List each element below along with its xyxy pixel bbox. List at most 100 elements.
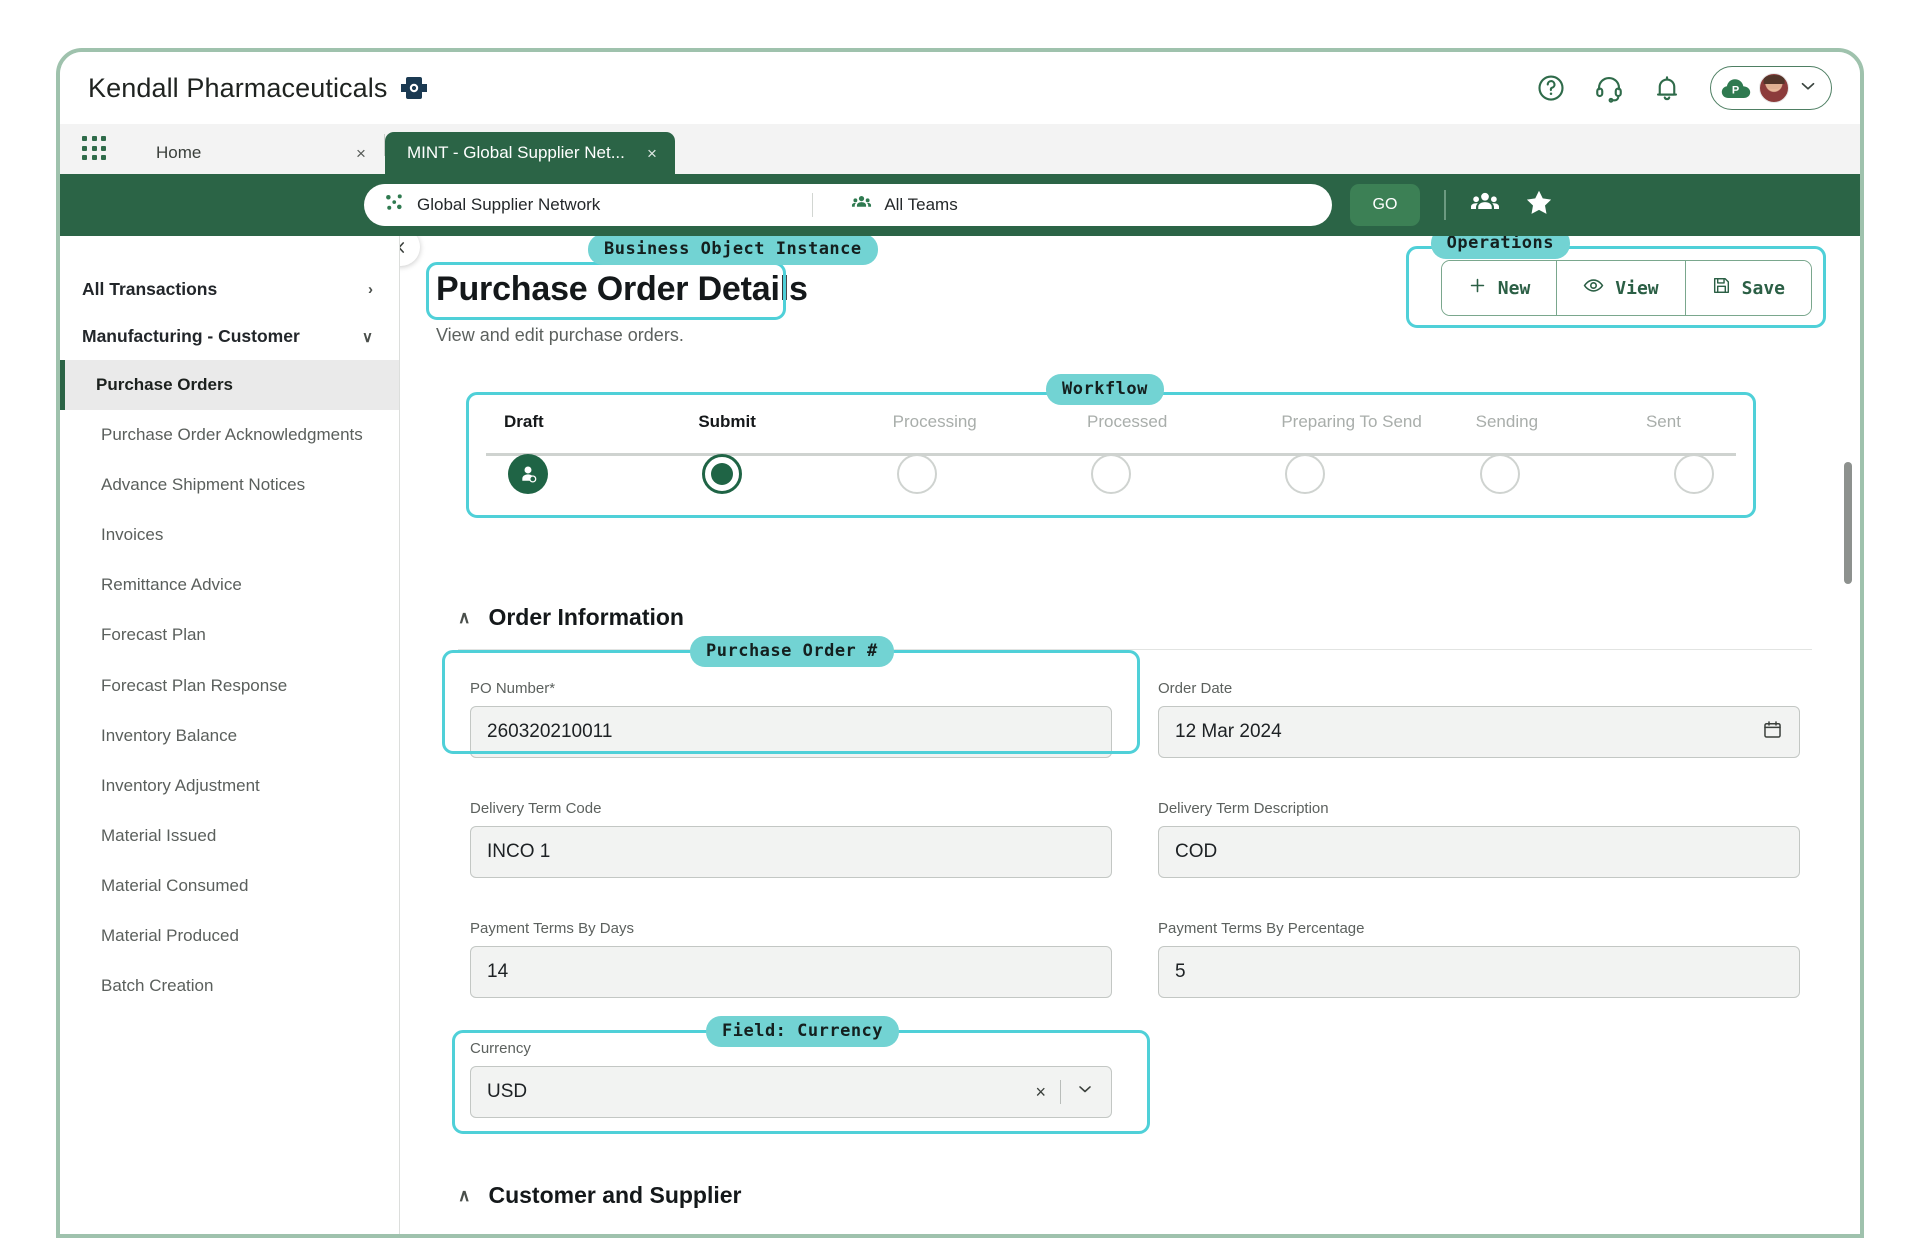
sidebar-group-manufacturing-customer[interactable]: Manufacturing - Customer ∨ [60, 313, 399, 360]
brand: Kendall Pharmaceuticals [88, 72, 428, 104]
field-label: Order Date [1158, 680, 1233, 697]
section-customer-and-supplier: ∧ Customer and Supplier [436, 1182, 1812, 1209]
sidebar-collapse-button[interactable] [400, 236, 420, 266]
currency-select[interactable]: USD × [470, 1066, 1112, 1118]
sidebar-item-material-issued[interactable]: Material Issued [60, 811, 399, 861]
payment-terms-days-input[interactable]: 14 [470, 946, 1112, 998]
sidebar-item-purchase-orders[interactable]: Purchase Orders [60, 360, 399, 411]
workflow-node-empty [1285, 454, 1326, 494]
workflow-step-draft[interactable]: Draft [504, 412, 702, 518]
workflow-step-label: Processed [1086, 412, 1168, 431]
annotation-workflow: Workflow [1046, 374, 1164, 405]
sidebar-item-inventory-adjustment[interactable]: Inventory Adjustment [60, 761, 399, 811]
sidebar-group-all-transactions[interactable]: All Transactions › [60, 266, 399, 313]
field-label: Payment Terms By Percentage [1158, 920, 1365, 937]
workflow-step-label: Submit [698, 412, 756, 431]
go-button[interactable]: GO [1350, 184, 1420, 226]
chevron-right-icon: › [368, 281, 373, 298]
workflow-step-label: Processing [892, 412, 977, 431]
sidebar-item-purchase-order-acknowledgments[interactable]: Purchase Order Acknowledgments [60, 410, 399, 460]
sidebar-item-advance-shipment-notices[interactable]: Advance Shipment Notices [60, 460, 399, 510]
section-order-information: ∧ Order Information Purchase Order # PO … [436, 604, 1812, 1134]
search-input[interactable]: Global Supplier Network All Teams [364, 184, 1332, 226]
app-grid-icon[interactable] [82, 136, 108, 162]
workflow-step-label: Draft [504, 412, 544, 431]
workflow-step-processing[interactable]: Processing [893, 412, 1091, 518]
workflow-node-empty [1673, 454, 1714, 494]
payment-terms-percentage-input[interactable]: 5 [1158, 946, 1800, 998]
tab-strip: Home × MINT - Global Supplier Net... × [60, 124, 1860, 174]
field-value: USD [487, 1081, 528, 1102]
app-window: Kendall Pharmaceuticals P Home × MINT - … [56, 48, 1864, 1238]
workflow-step-submit[interactable]: Submit [698, 412, 896, 518]
search-team[interactable]: All Teams [851, 192, 958, 218]
sidebar-item-batch-creation[interactable]: Batch Creation [60, 961, 399, 1011]
section-header[interactable]: ∧ Order Information [436, 604, 1812, 631]
operations-toolbar: New View Save [1440, 260, 1812, 316]
field-value: 12 Mar 2024 [1175, 721, 1282, 742]
save-button[interactable]: Save [1685, 261, 1811, 315]
main-content: Business Object Instance Purchase Order … [400, 236, 1860, 1234]
header-actions: P [1536, 66, 1832, 110]
section-title: Customer and Supplier [488, 1182, 742, 1208]
field-label: Payment Terms By Days [470, 920, 634, 937]
tab-mint-global-supplier-network[interactable]: MINT - Global Supplier Net... × [384, 132, 675, 174]
chevron-up-icon: ∧ [458, 1185, 471, 1205]
eye-icon [1583, 275, 1604, 301]
main-inner: Business Object Instance Purchase Order … [400, 236, 1860, 1209]
workflow-step-preparing-to-send[interactable]: Preparing To Send [1281, 412, 1479, 518]
field-label: Delivery Term Code [470, 800, 602, 817]
sidebar-item-forecast-plan-response[interactable]: Forecast Plan Response [60, 661, 399, 711]
workflow-step-processed[interactable]: Processed [1087, 412, 1285, 518]
field-value: INCO 1 [487, 841, 551, 862]
chevron-down-icon: ∨ [362, 328, 373, 346]
view-label: View [1615, 277, 1659, 299]
tab-label: Home [156, 143, 202, 162]
tab-label: MINT - Global Supplier Net... [406, 143, 625, 162]
chevron-down-icon[interactable] [1075, 1079, 1095, 1105]
sidebar-item-forecast-plan[interactable]: Forecast Plan [60, 610, 399, 660]
field-label: Delivery Term Description [1158, 800, 1329, 817]
sidebar-item-invoices[interactable]: Invoices [60, 510, 399, 560]
sidebar-item-inventory-balance[interactable]: Inventory Balance [60, 711, 399, 761]
delivery-term-description-input[interactable]: COD [1158, 826, 1800, 878]
people-icon[interactable] [1470, 188, 1500, 223]
cloud-p-icon: P [1721, 77, 1751, 100]
workflow-node-empty [1479, 454, 1520, 494]
po-number-input[interactable]: 260320210011 [470, 706, 1112, 758]
tab-home[interactable]: Home × [134, 132, 384, 174]
field-currency: Field: Currency Currency USD × [452, 1016, 1150, 1134]
sidebar-group-label: All Transactions [82, 279, 218, 299]
bell-icon[interactable] [1652, 73, 1682, 103]
section-header[interactable]: ∧ Customer and Supplier [436, 1182, 1812, 1209]
close-icon[interactable]: × [1035, 1082, 1046, 1103]
section-title: Order Information [488, 604, 684, 630]
workflow-step-sent[interactable]: Sent [1646, 412, 1714, 518]
close-icon[interactable]: × [647, 145, 657, 162]
sidebar-item-material-produced[interactable]: Material Produced [60, 911, 399, 961]
delivery-term-code-input[interactable]: INCO 1 [470, 826, 1112, 878]
page-subtitle: View and edit purchase orders. [436, 325, 684, 345]
new-button[interactable]: New [1441, 261, 1558, 315]
chevron-down-icon[interactable] [1797, 75, 1819, 102]
vertical-scrollbar[interactable] [1844, 462, 1852, 584]
star-icon[interactable] [1524, 188, 1554, 223]
field-payment-terms-by-percentage: Payment Terms By Percentage 5 [1146, 912, 1812, 1010]
select-divider [1060, 1080, 1061, 1104]
body: All Transactions › Manufacturing - Custo… [60, 236, 1860, 1234]
close-icon[interactable]: × [356, 145, 366, 162]
sidebar-item-remittance-advice[interactable]: Remittance Advice [60, 560, 399, 610]
user-menu[interactable]: P [1710, 66, 1832, 110]
view-button[interactable]: View [1557, 261, 1686, 315]
brand-name: Kendall Pharmaceuticals [88, 72, 388, 103]
sidebar-group-label: Manufacturing - Customer [82, 326, 300, 346]
headset-icon[interactable] [1594, 73, 1624, 103]
calendar-icon[interactable] [1762, 719, 1783, 746]
annotation-operations: Operations [1430, 236, 1570, 259]
search-context[interactable]: Global Supplier Network [384, 192, 600, 218]
order-date-input[interactable]: 12 Mar 2024 [1158, 706, 1800, 758]
sidebar-item-material-consumed[interactable]: Material Consumed [60, 861, 399, 911]
chevron-up-icon: ∧ [458, 607, 471, 627]
workflow-step-sending[interactable]: Sending [1476, 412, 1674, 518]
help-circle-icon[interactable] [1536, 73, 1566, 103]
